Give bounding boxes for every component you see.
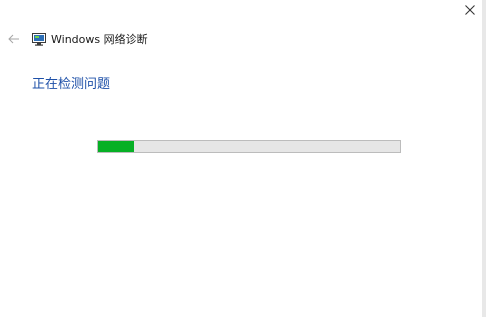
window-title: Windows 网络诊断: [51, 33, 148, 46]
back-button[interactable]: [6, 31, 22, 47]
title-bar: Windows 网络诊断: [6, 30, 148, 48]
progress-bar: [97, 140, 401, 153]
window-right-edge: [482, 0, 486, 317]
diagnostics-window: Windows 网络诊断 正在检测问题: [0, 0, 486, 317]
close-icon: [465, 5, 475, 15]
back-arrow-icon: [8, 34, 19, 44]
progress-bar-fill: [98, 141, 135, 152]
close-button[interactable]: [462, 2, 478, 18]
status-heading: 正在检测问题: [32, 77, 111, 92]
network-diagnostics-icon: [32, 32, 46, 46]
